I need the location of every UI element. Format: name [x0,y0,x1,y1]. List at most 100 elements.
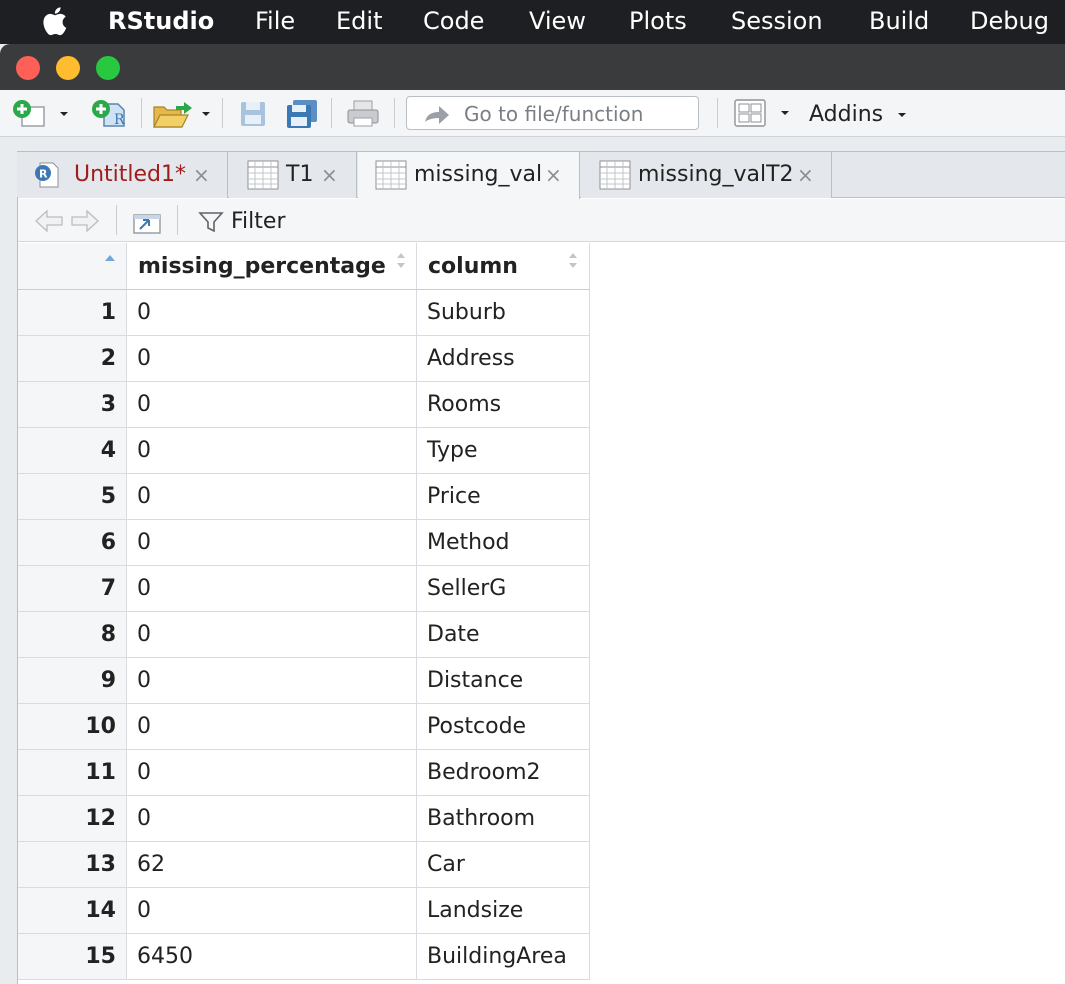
tab-close-icon[interactable]: × [545,163,562,187]
row-index-cell[interactable]: 2 [18,336,127,382]
table-row[interactable]: 7 0 SellerG [18,566,590,612]
tab-close-icon[interactable]: × [321,163,338,187]
row-index-cell[interactable]: 4 [18,428,127,474]
missing-percentage-cell[interactable]: 0 [127,336,417,382]
table-row[interactable]: 2 0 Address [18,336,590,382]
print-icon[interactable] [346,99,380,129]
column-name-cell[interactable]: Type [417,428,590,474]
menu-app-name[interactable]: RStudio [108,6,214,36]
row-index-cell[interactable]: 10 [18,704,127,750]
table-row[interactable]: 8 0 Date [18,612,590,658]
go-to-file-input[interactable]: Go to file/function [406,96,699,130]
column-name-cell[interactable]: Bedroom2 [417,750,590,796]
table-row[interactable]: 3 0 Rooms [18,382,590,428]
table-row[interactable]: 4 0 Type [18,428,590,474]
column-name-cell[interactable]: Rooms [417,382,590,428]
addins-menu[interactable]: Addins [809,102,883,128]
row-index-cell[interactable]: 5 [18,474,127,520]
row-index-cell[interactable]: 9 [18,658,127,704]
column-name-cell[interactable]: SellerG [417,566,590,612]
table-row[interactable]: 10 0 Postcode [18,704,590,750]
column-name-cell[interactable]: Address [417,336,590,382]
filter-funnel-icon[interactable] [198,210,224,234]
row-index-cell[interactable]: 15 [18,934,127,980]
addins-chevron-down-icon[interactable] [895,109,909,121]
table-row[interactable]: 6 0 Method [18,520,590,566]
row-index-cell[interactable]: 3 [18,382,127,428]
column-name-cell[interactable]: Date [417,612,590,658]
missing-percentage-cell[interactable]: 0 [127,290,417,336]
row-index-cell[interactable]: 1 [18,290,127,336]
menu-view[interactable]: View [529,6,586,36]
missing-percentage-cell[interactable]: 0 [127,474,417,520]
table-row[interactable]: 13 62 Car [18,842,590,888]
menu-file[interactable]: File [255,6,295,36]
tab-missing-valt2[interactable]: missing_valT2 × [581,152,832,198]
row-index-header[interactable] [18,243,127,290]
table-row[interactable]: 15 6450 BuildingArea [18,934,590,980]
filter-button[interactable]: Filter [231,209,285,235]
table-row[interactable]: 9 0 Distance [18,658,590,704]
menu-code[interactable]: Code [423,6,484,36]
missing-percentage-cell[interactable]: 0 [127,520,417,566]
missing-percentage-cell[interactable]: 62 [127,842,417,888]
row-index-cell[interactable]: 11 [18,750,127,796]
missing-percentage-cell[interactable]: 0 [127,428,417,474]
column-header-column[interactable]: column [417,243,590,290]
row-index-cell[interactable]: 12 [18,796,127,842]
table-row[interactable]: 11 0 Bedroom2 [18,750,590,796]
table-row[interactable]: 5 0 Price [18,474,590,520]
minimize-window-button[interactable] [56,56,80,80]
missing-percentage-cell[interactable]: 0 [127,566,417,612]
tab-missing-val[interactable]: missing_val × [358,152,580,199]
tab-close-icon[interactable]: × [797,163,814,187]
missing-percentage-cell[interactable]: 6450 [127,934,417,980]
row-index-cell[interactable]: 7 [18,566,127,612]
column-name-cell[interactable]: Bathroom [417,796,590,842]
save-icon[interactable] [239,100,267,128]
column-name-cell[interactable]: Suburb [417,290,590,336]
missing-percentage-cell[interactable]: 0 [127,382,417,428]
missing-percentage-cell[interactable]: 0 [127,796,417,842]
tab-close-icon[interactable]: × [193,163,210,187]
back-arrow-icon[interactable] [34,208,64,234]
column-name-cell[interactable]: BuildingArea [417,934,590,980]
menu-plots[interactable]: Plots [629,6,687,36]
row-index-cell[interactable]: 6 [18,520,127,566]
pane-layout-button[interactable] [733,98,795,128]
menu-session[interactable]: Session [731,6,823,36]
apple-logo-icon[interactable] [40,4,70,38]
column-name-cell[interactable]: Method [417,520,590,566]
column-header-missing-percentage[interactable]: missing_percentage [127,243,417,290]
missing-percentage-cell[interactable]: 0 [127,888,417,934]
missing-percentage-cell[interactable]: 0 [127,704,417,750]
forward-arrow-icon[interactable] [70,208,100,234]
zoom-window-button[interactable] [96,56,120,80]
missing-percentage-cell[interactable]: 0 [127,750,417,796]
table-row[interactable]: 12 0 Bathroom [18,796,590,842]
save-all-icon[interactable] [285,99,319,129]
row-index-cell[interactable]: 8 [18,612,127,658]
table-row[interactable]: 14 0 Landsize [18,888,590,934]
close-window-button[interactable] [16,56,40,80]
row-index-cell[interactable]: 14 [18,888,127,934]
menu-edit[interactable]: Edit [336,6,382,36]
window-title-bar[interactable] [0,44,1065,90]
column-name-cell[interactable]: Car [417,842,590,888]
menu-build[interactable]: Build [869,6,929,36]
show-in-new-window-icon[interactable] [130,207,164,235]
column-name-cell[interactable]: Distance [417,658,590,704]
table-row[interactable]: 1 0 Suburb [18,290,590,336]
missing-percentage-cell[interactable]: 0 [127,658,417,704]
missing-percentage-cell[interactable]: 0 [127,612,417,658]
new-file-button[interactable] [10,99,72,129]
menu-debug[interactable]: Debug [970,6,1049,36]
column-name-cell[interactable]: Landsize [417,888,590,934]
open-file-button[interactable] [150,99,214,129]
tab-untitled1[interactable]: R Untitled1* × [18,152,228,198]
column-name-cell[interactable]: Price [417,474,590,520]
tab-t1[interactable]: T1 × [229,152,357,198]
row-index-cell[interactable]: 13 [18,842,127,888]
column-name-cell[interactable]: Postcode [417,704,590,750]
new-project-button[interactable]: R [90,98,132,130]
